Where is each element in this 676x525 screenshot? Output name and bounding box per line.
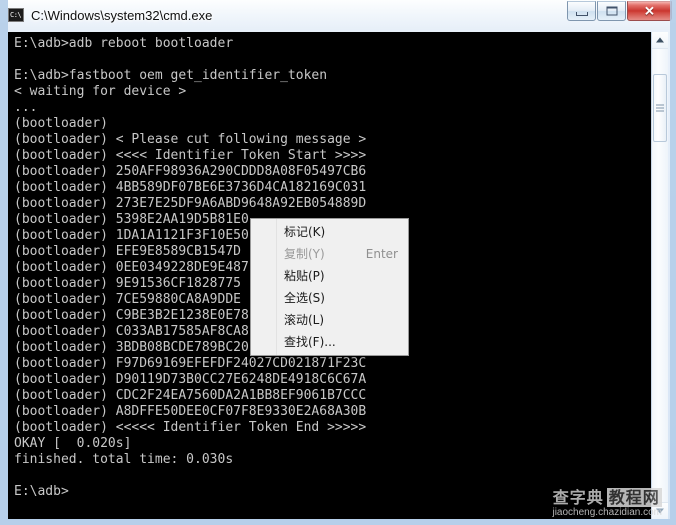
cmd-window: C:\ C:\Windows\system32\cmd.exe ✕ E:\adb…: [0, 0, 676, 525]
menu-item-label: 全选(S): [284, 291, 325, 305]
cmd-console-icon: C:\: [8, 8, 24, 22]
menu-item-label: 复制(Y): [284, 247, 325, 261]
window-controls: ✕: [566, 1, 672, 21]
menu-item-paste[interactable]: 粘贴(P): [251, 265, 408, 287]
menu-item-scroll[interactable]: 滚动(L): [251, 309, 408, 331]
menu-item-mark[interactable]: 标记(K): [251, 221, 408, 243]
console-line: E:\adb>: [14, 484, 69, 499]
console-line: (bootloader) 4BB589DF07BE6E3736D4CA18216…: [14, 180, 367, 195]
console-line: E:\adb>fastboot oem get_identifier_token: [14, 68, 328, 83]
menu-item-shortcut: Enter: [365, 247, 398, 261]
console-line: (bootloader): [14, 116, 108, 131]
menu-item-select-all[interactable]: 全选(S): [251, 287, 408, 309]
minimize-button[interactable]: [567, 1, 596, 21]
console-line: (bootloader) D90119D73B0CC27E6248DE4918C…: [14, 372, 367, 387]
console-line: (bootloader) <<<< Identifier Token Start…: [14, 148, 367, 163]
console-line: (bootloader) F97D69169EFEFDF24027CD02187…: [14, 356, 367, 371]
grip-icon: [656, 103, 664, 114]
window-title: C:\Windows\system32\cmd.exe: [31, 7, 213, 23]
menu-item-copy: 复制(Y) Enter: [251, 243, 408, 265]
console-line: (bootloader) < Please cut following mess…: [14, 132, 367, 147]
scroll-thumb[interactable]: [653, 74, 667, 142]
context-menu[interactable]: 标记(K) 复制(Y) Enter 粘贴(P) 全选(S) 滚动(L) 查找(F)...: [250, 218, 409, 356]
scroll-up-arrow[interactable]: [652, 32, 668, 49]
menu-item-label: 标记(K): [284, 225, 326, 239]
console-line: (bootloader) A8DFFE50DEE0CF07F8E9330E2A6…: [14, 404, 367, 419]
console-line: finished. total time: 0.030s: [14, 452, 234, 467]
cmd-icon-glyph: C:\: [10, 11, 22, 19]
menu-item-label: 滚动(L): [284, 313, 325, 327]
console-line: (bootloader) 273E7E25DF9A6ABD9648A92EB05…: [14, 196, 367, 211]
console-line: OKAY [ 0.020s]: [14, 436, 132, 451]
console-line: (bootloader) <<<<< Identifier Token End …: [14, 420, 367, 435]
console-line: E:\adb>adb reboot bootloader: [14, 36, 234, 51]
console-line: < waiting for device >: [14, 84, 187, 99]
console-line: (bootloader) CDC2F24EA7560DA2A1BB8EF9061…: [14, 388, 367, 403]
maximize-icon: [606, 6, 617, 16]
menu-item-find[interactable]: 查找(F)...: [251, 331, 408, 353]
chevron-down-icon: [656, 508, 664, 514]
chevron-up-icon: [656, 37, 664, 43]
console-line: ...: [14, 100, 38, 115]
menu-item-label: 查找(F)...: [284, 335, 336, 349]
title-bar[interactable]: C:\ C:\Windows\system32\cmd.exe ✕: [0, 0, 676, 30]
menu-item-label: 粘贴(P): [284, 269, 325, 283]
console-line: (bootloader) 250AFF98936A290CDDD8A08F054…: [14, 164, 367, 179]
maximize-button[interactable]: [597, 1, 626, 21]
minimize-icon: [575, 12, 588, 16]
close-button[interactable]: ✕: [627, 1, 672, 21]
scroll-down-arrow[interactable]: [652, 502, 668, 519]
close-icon: ✕: [644, 3, 655, 19]
vertical-scrollbar[interactable]: [651, 32, 668, 519]
